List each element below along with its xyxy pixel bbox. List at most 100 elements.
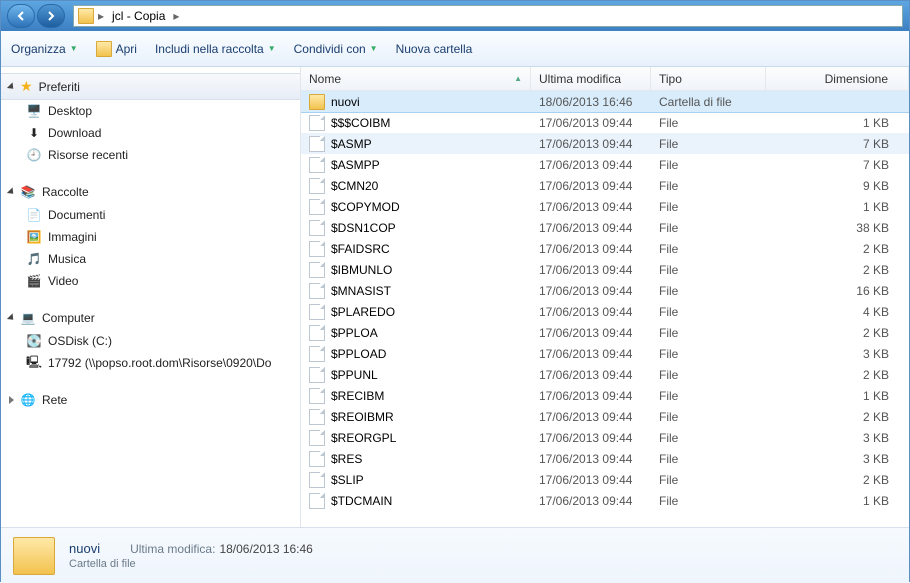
file-size: 9 KB [766, 179, 909, 193]
file-type: File [651, 221, 766, 235]
file-icon [309, 451, 325, 467]
file-row[interactable]: $$$COIBM17/06/2013 09:44File1 KB [301, 112, 909, 133]
file-size: 2 KB [766, 410, 909, 424]
file-name: $PPLOAD [331, 347, 386, 361]
file-row[interactable]: $RES17/06/2013 09:44File3 KB [301, 448, 909, 469]
file-type: File [651, 179, 766, 193]
file-size: 3 KB [766, 431, 909, 445]
file-size: 3 KB [766, 347, 909, 361]
file-row[interactable]: $PPLOA17/06/2013 09:44File2 KB [301, 322, 909, 343]
sidebar-libraries-header[interactable]: 📚Raccolte [1, 180, 300, 204]
file-modified: 17/06/2013 09:44 [531, 305, 651, 319]
file-row[interactable]: $PPUNL17/06/2013 09:44File2 KB [301, 364, 909, 385]
new-folder-button[interactable]: Nuova cartella [396, 42, 473, 56]
file-row[interactable]: $PLAREDO17/06/2013 09:44File4 KB [301, 301, 909, 322]
file-modified: 17/06/2013 09:44 [531, 368, 651, 382]
file-type: File [651, 242, 766, 256]
breadcrumb-item[interactable]: jcl - Copia [108, 7, 169, 25]
file-type: File [651, 494, 766, 508]
file-icon [309, 220, 325, 236]
file-icon [309, 388, 325, 404]
sidebar: ★Preferiti 🖥️Desktop⬇Download 🕘 Risorse re… [1, 67, 301, 527]
file-size: 3 KB [766, 452, 909, 466]
include-menu[interactable]: Includi nella raccolta▼ [155, 42, 276, 56]
column-modified[interactable]: Ultima modifica [531, 67, 651, 90]
chevron-down-icon: ▼ [70, 44, 78, 53]
sidebar-item[interactable]: 📄Documenti [1, 204, 300, 226]
sidebar-network-header[interactable]: 🌐Rete [1, 388, 300, 412]
disk-icon: 💽 [26, 333, 42, 349]
address-bar[interactable]: ▸ jcl - Copia ▸ [73, 5, 903, 27]
collapse-icon [7, 187, 16, 196]
sidebar-item[interactable]: 🖳17792 (\\popso.root.dom\Risorse\0920\Do [1, 352, 300, 374]
chevron-right-icon: ▸ [98, 9, 104, 23]
file-row[interactable]: $REORGPL17/06/2013 09:44File3 KB [301, 427, 909, 448]
recent-icon: 🕘 [26, 147, 42, 163]
file-size: 7 KB [766, 158, 909, 172]
file-type: File [651, 284, 766, 298]
share-menu[interactable]: Condividi con▼ [294, 42, 378, 56]
file-row[interactable]: $ASMP17/06/2013 09:44File7 KB [301, 133, 909, 154]
chevron-down-icon: ▼ [268, 44, 276, 53]
file-rows[interactable]: nuovi18/06/2013 16:46Cartella di file$$$… [301, 91, 909, 527]
sidebar-item[interactable]: 🕘 Risorse recenti [1, 144, 300, 166]
file-row[interactable]: $PPLOAD17/06/2013 09:44File3 KB [301, 343, 909, 364]
column-size[interactable]: Dimensione [766, 67, 909, 90]
file-row[interactable]: $IBMUNLO17/06/2013 09:44File2 KB [301, 259, 909, 280]
organize-menu[interactable]: Organizza▼ [11, 42, 78, 56]
file-row[interactable]: $SLIP17/06/2013 09:44File2 KB [301, 469, 909, 490]
file-type: File [651, 326, 766, 340]
file-row[interactable]: $CMN2017/06/2013 09:44File9 KB [301, 175, 909, 196]
sidebar-item[interactable]: ⬇Download [1, 122, 300, 144]
file-row[interactable]: nuovi18/06/2013 16:46Cartella di file [301, 91, 909, 112]
sidebar-item-label: Risorse recenti [48, 148, 128, 162]
file-row[interactable]: $TDCMAIN17/06/2013 09:44File1 KB [301, 490, 909, 511]
file-modified: 17/06/2013 09:44 [531, 452, 651, 466]
file-type: File [651, 410, 766, 424]
file-list: Nome▲ Ultima modifica Tipo Dimensione nu… [301, 67, 909, 527]
sidebar-item[interactable]: 🖥️Desktop [1, 100, 300, 122]
open-button[interactable]: Apri [96, 41, 137, 57]
file-name: $REORGPL [331, 431, 396, 445]
file-type: File [651, 305, 766, 319]
file-type: File [651, 263, 766, 277]
file-size: 1 KB [766, 494, 909, 508]
sidebar-computer-header[interactable]: 💻Computer [1, 306, 300, 330]
download-icon: ⬇ [26, 125, 42, 141]
sidebar-item[interactable]: 💽OSDisk (C:) [1, 330, 300, 352]
forward-button[interactable] [37, 4, 65, 28]
sidebar-item[interactable]: 🎵Musica [1, 248, 300, 270]
sidebar-favorites-header[interactable]: ★Preferiti [1, 73, 300, 100]
file-row[interactable]: $RECIBM17/06/2013 09:44File1 KB [301, 385, 909, 406]
netdrive-icon: 🖳 [26, 355, 42, 371]
file-size: 7 KB [766, 137, 909, 151]
toolbar: Organizza▼ Apri Includi nella raccolta▼ … [1, 31, 909, 67]
file-modified: 17/06/2013 09:44 [531, 137, 651, 151]
file-row[interactable]: $FAIDSRC17/06/2013 09:44File2 KB [301, 238, 909, 259]
file-name: $FAIDSRC [331, 242, 390, 256]
file-row[interactable]: $ASMPP17/06/2013 09:44File7 KB [301, 154, 909, 175]
music-icon: 🎵 [26, 251, 42, 267]
file-type: File [651, 347, 766, 361]
file-icon [309, 304, 325, 320]
column-type[interactable]: Tipo [651, 67, 766, 90]
file-row[interactable]: $COPYMOD17/06/2013 09:44File1 KB [301, 196, 909, 217]
file-type: File [651, 368, 766, 382]
file-size: 2 KB [766, 326, 909, 340]
back-button[interactable] [7, 4, 35, 28]
file-row[interactable]: $DSN1COP17/06/2013 09:44File38 KB [301, 217, 909, 238]
file-icon [309, 325, 325, 341]
column-name[interactable]: Nome▲ [301, 67, 531, 90]
file-type: Cartella di file [651, 95, 766, 109]
file-icon [309, 199, 325, 215]
file-row[interactable]: $MNASIST17/06/2013 09:44File16 KB [301, 280, 909, 301]
file-modified: 18/06/2013 16:46 [531, 95, 651, 109]
details-name: nuovi [69, 541, 100, 556]
sidebar-item[interactable]: 🎬Video [1, 270, 300, 292]
file-icon [309, 367, 325, 383]
file-modified: 17/06/2013 09:44 [531, 473, 651, 487]
file-name: $IBMUNLO [331, 263, 392, 277]
details-pane: nuovi Ultima modifica: 18/06/2013 16:46 … [1, 527, 909, 583]
file-row[interactable]: $REOIBMR17/06/2013 09:44File2 KB [301, 406, 909, 427]
sidebar-item[interactable]: 🖼️Immagini [1, 226, 300, 248]
